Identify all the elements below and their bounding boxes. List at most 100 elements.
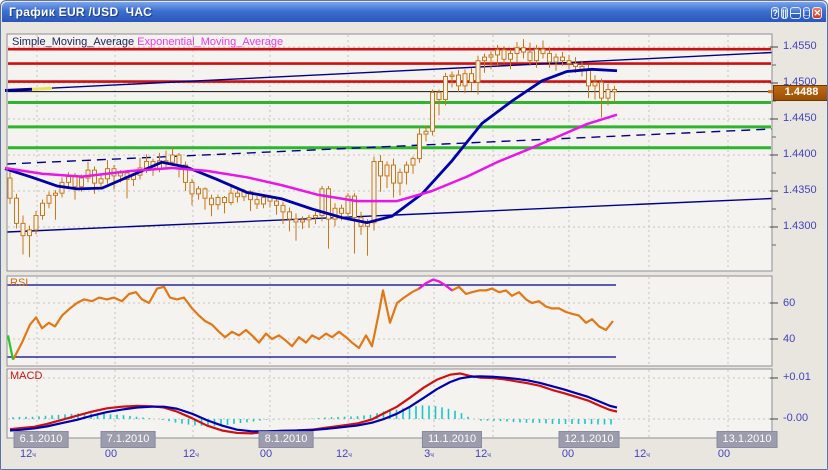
trendline-yellow-segment (32, 88, 52, 89)
macd-axis-label: +0.01 (783, 371, 811, 383)
candle-body (489, 55, 493, 57)
candle-body (450, 75, 454, 77)
candle-body (314, 215, 318, 217)
candle-body (307, 218, 311, 220)
candle-body (301, 220, 305, 222)
candle-body (398, 172, 402, 183)
candle-body (411, 159, 415, 165)
candle-body (340, 208, 344, 213)
candle-body (262, 197, 266, 203)
time-axis-label: 00 (260, 448, 272, 460)
candle-body (171, 155, 175, 162)
candle-body (554, 57, 558, 62)
macd-panel-label: MACD (10, 370, 42, 382)
candle-body (229, 193, 233, 202)
candle-body (28, 230, 32, 236)
date-badge: 8.1.2010 (259, 431, 314, 448)
candle-body (424, 131, 428, 134)
price-axis-label: 1.4300 (783, 220, 817, 232)
time-axis-label: 3ч (424, 448, 434, 460)
price-chart-canvas[interactable] (2, 22, 828, 470)
candle-body (21, 223, 25, 235)
macd-axis-label: -0.00 (783, 412, 808, 424)
candle-body (8, 178, 12, 198)
candle-body (223, 197, 227, 202)
candle-body (476, 61, 480, 83)
candle-body (210, 198, 214, 204)
candle-body (470, 74, 474, 83)
legend-sma-label: Simple_Moving_Average (12, 36, 134, 48)
date-badge: 11.1.2010 (422, 431, 482, 448)
time-axis-label: 12ч (336, 448, 352, 460)
candle-body (502, 50, 506, 59)
candle-body (288, 212, 292, 219)
candle-body (54, 193, 58, 195)
candle-body (73, 177, 77, 187)
titlebar-pause-button[interactable]: || (781, 7, 788, 19)
date-badge: 6.1.2010 (14, 431, 69, 448)
candle-body (197, 189, 201, 194)
candle-body (255, 200, 259, 204)
candle-body (463, 74, 467, 86)
candle-body (509, 53, 513, 59)
candle-body (275, 201, 279, 205)
candle-body (444, 77, 448, 100)
main-panel-background (7, 34, 772, 271)
candle-body (379, 161, 383, 175)
window-buttons: ?||—□✕ (769, 3, 822, 21)
candle-body (574, 64, 578, 67)
price-axis-label: 1.4550 (783, 40, 817, 52)
candle-body (567, 61, 571, 64)
titlebar-close-button[interactable]: ✕ (812, 7, 822, 19)
candle-body (385, 165, 389, 176)
window-titlebar[interactable]: График EUR /USD ЧАС ?||—□✕ (2, 2, 826, 22)
titlebar-help-button[interactable]: ? (771, 7, 779, 19)
candle-body (203, 189, 207, 198)
candle-body (528, 52, 532, 61)
candle-body (431, 92, 435, 131)
time-axis-label: 00 (105, 448, 117, 460)
rsi-axis-label: 60 (783, 297, 795, 309)
candle-body (15, 198, 19, 223)
candle-body (190, 182, 194, 194)
candle-body (548, 53, 552, 62)
current-price-badge: 1.4488 (773, 85, 828, 101)
candle-body (606, 89, 610, 98)
candle-body (294, 219, 298, 222)
titlebar-maximize-button[interactable]: □ (803, 7, 810, 19)
time-axis-label: 00 (562, 448, 574, 460)
candle-body (437, 92, 441, 99)
rsi-panel-label: RSI (10, 277, 28, 289)
price-axis-label: 1.4450 (783, 112, 817, 124)
candle-body (236, 193, 240, 197)
candle-body (392, 165, 396, 183)
date-badge: 12.1.2010 (559, 431, 620, 448)
candle-body (535, 49, 539, 61)
time-axis-label: 12ч (634, 448, 650, 460)
candle-body (372, 161, 376, 222)
price-axis-label: 1.4400 (783, 148, 817, 160)
candle-body (405, 165, 409, 172)
indicator-legend: Simple_Moving_Average Exponential_Moving… (12, 36, 283, 48)
candle-body (34, 215, 38, 229)
candle-body (613, 89, 617, 91)
trendline-resistance-thick-start (5, 89, 32, 90)
window-title: График EUR /USD ЧАС (9, 5, 769, 19)
legend-ema-label: Exponential_Moving_Average (137, 36, 283, 48)
candle-body (587, 69, 591, 86)
chart-window: График EUR /USD ЧАС ?||—□✕ Simple_Moving… (0, 0, 828, 470)
candle-body (515, 48, 519, 54)
candle-body (99, 179, 103, 183)
time-axis-label: 12ч (475, 448, 491, 460)
candle-body (47, 195, 51, 203)
chart-client-area: Simple_Moving_Average Exponential_Moving… (2, 22, 826, 468)
candle-body (522, 48, 526, 52)
titlebar-minimize-button[interactable]: — (790, 7, 801, 19)
candle-body (496, 50, 500, 55)
rsi-axis-label: 40 (783, 333, 795, 345)
candle-body (177, 155, 181, 165)
candle-body (561, 57, 565, 61)
price-axis-label: 1.4350 (783, 184, 817, 196)
candle-body (41, 203, 45, 215)
candle-body (80, 178, 84, 187)
